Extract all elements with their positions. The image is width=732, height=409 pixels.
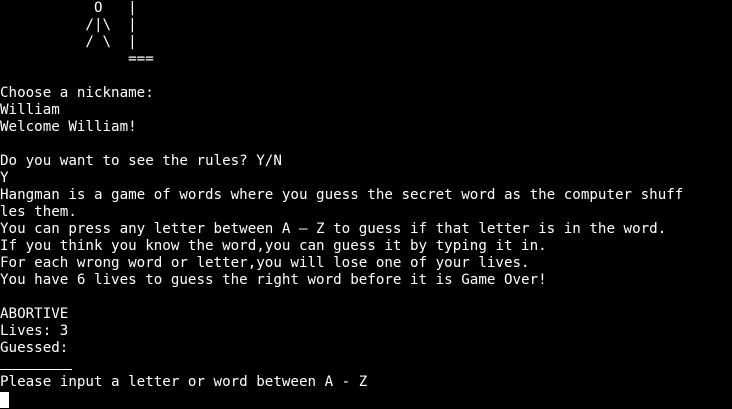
rules-line: If you think you know the word,you can g…	[0, 238, 547, 254]
lives-counter: Lives: 3	[0, 323, 69, 339]
rules-line: You have 6 lives to guess the right word…	[0, 272, 547, 288]
nickname-prompt: Choose a nickname:	[0, 85, 154, 101]
terminal-window[interactable]: O | /|\ | / \ | === Choose a nickname: W…	[0, 0, 732, 409]
word-blanks-divider	[0, 369, 72, 370]
rules-line: Hangman is a game of words where you gue…	[0, 187, 684, 203]
secret-word: ABORTIVE	[0, 306, 69, 322]
hangman-art-head: O |	[0, 0, 137, 16]
rules-line: For each wrong word or letter,you will l…	[0, 255, 530, 271]
rules-answer-echo: Y	[0, 170, 9, 186]
rules-line: les them.	[0, 204, 77, 220]
guessed-letters: Guessed:	[0, 340, 69, 356]
input-prompt: Please input a letter or word between A …	[0, 374, 368, 390]
welcome-message: Welcome William!	[0, 119, 137, 135]
text-cursor[interactable]	[0, 392, 9, 408]
hangman-art-base: ===	[0, 51, 154, 67]
rules-prompt: Do you want to see the rules? Y/N	[0, 153, 282, 169]
hangman-art-legs: / \ |	[0, 34, 137, 50]
nickname-input-echo: William	[0, 102, 60, 118]
rules-line: You can press any letter between A — Z t…	[0, 221, 667, 237]
hangman-art-body: /|\ |	[0, 17, 137, 33]
